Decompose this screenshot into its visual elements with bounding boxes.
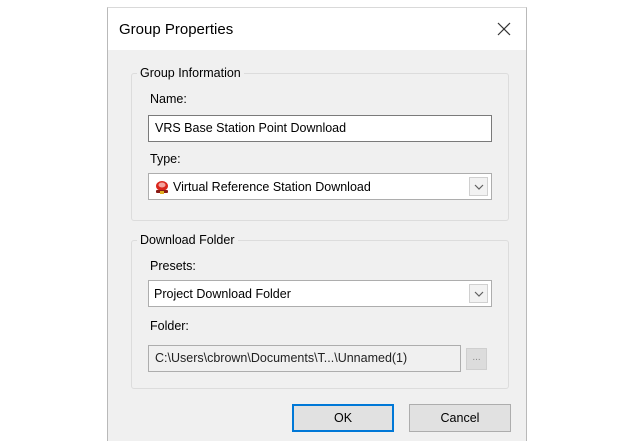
- vrs-station-icon: [156, 180, 168, 194]
- presets-dropdown[interactable]: Project Download Folder: [148, 280, 492, 307]
- ok-button[interactable]: OK: [292, 404, 394, 432]
- chevron-down-icon: [474, 291, 483, 297]
- presets-dropdown-text: Project Download Folder: [154, 286, 291, 301]
- browse-folder-button[interactable]: ...: [466, 348, 487, 370]
- close-icon: [497, 22, 511, 36]
- chevron-down-icon: [474, 184, 483, 190]
- type-dropdown-arrow[interactable]: [469, 177, 488, 196]
- folder-path-field: C:\Users\cbrown\Documents\T...\Unnamed(1…: [148, 345, 461, 372]
- cancel-button[interactable]: Cancel: [409, 404, 511, 432]
- group-properties-dialog: Group Properties Group Information Name:…: [107, 7, 527, 441]
- type-label: Type:: [150, 152, 181, 166]
- group-information-legend: Group Information: [137, 66, 244, 80]
- presets-dropdown-arrow[interactable]: [469, 284, 488, 303]
- name-label: Name:: [150, 92, 187, 106]
- name-input[interactable]: VRS Base Station Point Download: [148, 115, 492, 142]
- type-dropdown-value: Virtual Reference Station Download: [149, 179, 469, 195]
- title-bar: Group Properties: [108, 8, 526, 50]
- type-dropdown[interactable]: Virtual Reference Station Download: [148, 173, 492, 200]
- presets-label: Presets:: [150, 259, 196, 273]
- close-button[interactable]: [488, 14, 520, 44]
- download-folder-legend: Download Folder: [137, 233, 238, 247]
- type-dropdown-text: Virtual Reference Station Download: [173, 179, 371, 194]
- folder-label: Folder:: [150, 319, 189, 333]
- dialog-title: Group Properties: [119, 21, 234, 38]
